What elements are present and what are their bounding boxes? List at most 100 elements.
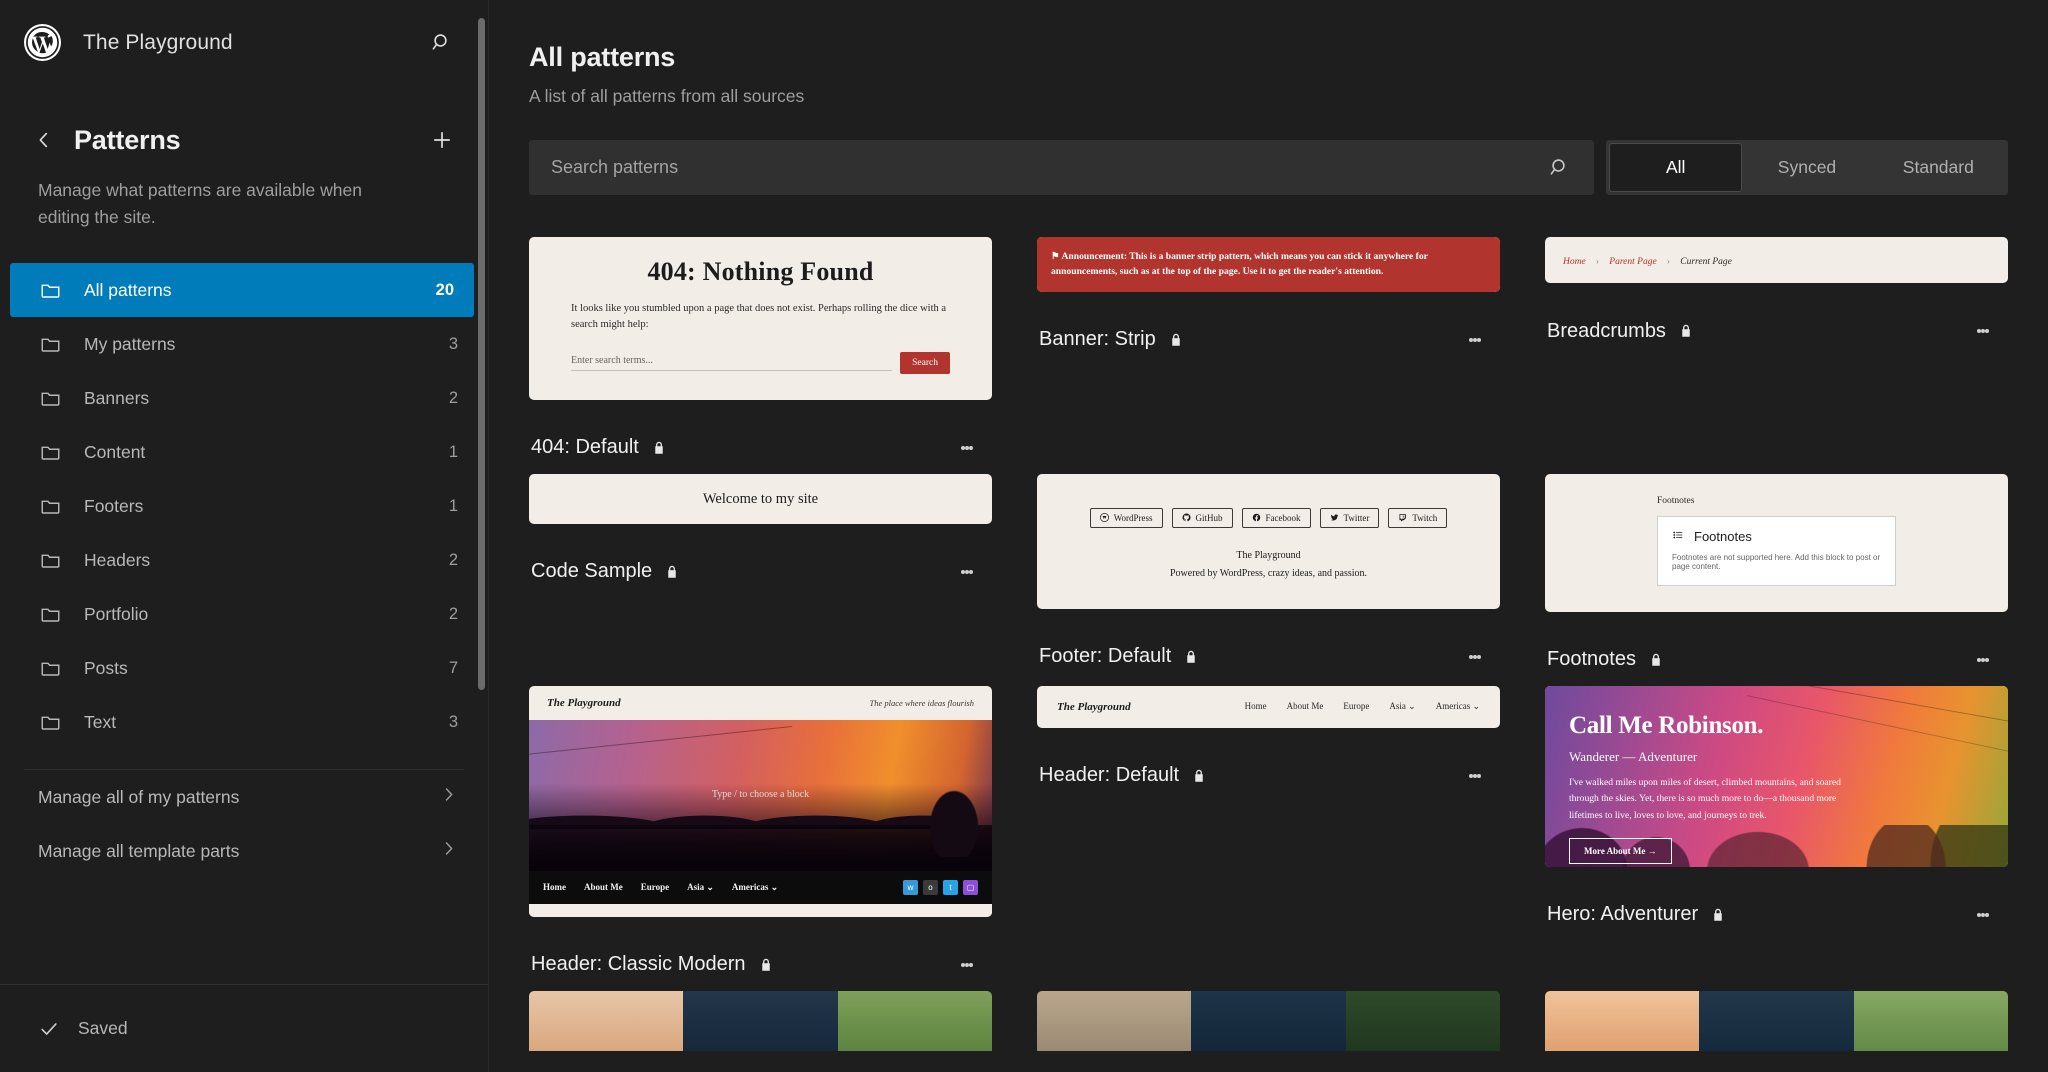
sidebar-item-headers[interactable]: Headers 2 <box>0 533 488 587</box>
kebab-menu-icon[interactable] <box>948 946 986 984</box>
sidebar-scrollbar[interactable] <box>478 18 485 690</box>
search-icon[interactable] <box>1548 156 1572 180</box>
sidebar-item-portfolio[interactable]: Portfolio 2 <box>0 587 488 641</box>
sidebar-item-banners[interactable]: Banners 2 <box>0 371 488 425</box>
tab-standard[interactable]: Standard <box>1873 144 2004 191</box>
sidebar-item-label: Text <box>84 712 449 733</box>
panel-description: Manage what patterns are available when … <box>0 159 488 230</box>
pattern-preview-partial[interactable] <box>1037 991 1500 1051</box>
pattern-title: Header: Default <box>1039 764 1179 787</box>
pattern-preview-footnotes[interactable]: Footnotes Footnotes Footnotes are not su… <box>1545 474 2008 612</box>
search-patterns-box[interactable] <box>529 140 1594 195</box>
pattern-preview-code-sample[interactable]: Welcome to my site <box>529 474 992 524</box>
sidebar-item-text[interactable]: Text 3 <box>0 695 488 749</box>
pattern-card: Welcome to my site Code Sample <box>529 474 992 686</box>
chevron-right-icon <box>439 785 458 809</box>
sidebar-item-my-patterns[interactable]: My patterns 3 <box>0 317 488 371</box>
preview-404-body: It looks like you stumbled upon a page t… <box>571 301 950 334</box>
kebab-menu-icon[interactable] <box>1456 321 1494 359</box>
twitter-icon <box>1330 513 1339 522</box>
sidebar-header: The Playground <box>0 0 488 85</box>
pattern-title-row: Code Sample <box>531 560 680 583</box>
pattern-card: The Playground The place where ideas flo… <box>529 686 992 991</box>
pattern-title: Header: Classic Modern <box>531 953 746 976</box>
social-chip-twitch: Twitch <box>1388 508 1447 528</box>
preview-footnotes-label: Footnotes <box>1657 496 2008 506</box>
preview-hero-subheading: Wanderer — Adventurer <box>1569 749 1984 765</box>
kebab-menu-icon[interactable] <box>1964 896 2002 934</box>
nav-link: Europe <box>1343 701 1369 712</box>
pattern-preview-partial[interactable] <box>529 991 992 1051</box>
nav-link: Europe <box>641 882 669 892</box>
nav-link: Home <box>1245 701 1267 712</box>
pattern-preview-404[interactable]: 404: Nothing Found It looks like you stu… <box>529 237 992 400</box>
save-status-bar[interactable]: Saved <box>0 984 488 1072</box>
pattern-title-row: Header: Classic Modern <box>531 953 774 976</box>
sidebar-item-count: 20 <box>436 281 454 300</box>
sidebar-item-label: All patterns <box>84 280 436 301</box>
page-heading: All patterns <box>529 42 2008 73</box>
pattern-card: 404: Nothing Found It looks like you stu… <box>529 237 992 474</box>
wordpress-logo-icon[interactable] <box>24 24 61 61</box>
pattern-title-row: Header: Default <box>1039 764 1207 787</box>
social-chip-facebook: Facebook <box>1242 508 1311 528</box>
preview-hcm-hero-image: Type / to choose a block <box>529 720 992 871</box>
nav-link: About Me <box>584 882 623 892</box>
folder-icon <box>38 278 62 302</box>
plus-icon[interactable] <box>422 120 462 160</box>
chevron-right-icon <box>439 839 458 863</box>
lock-icon <box>758 957 774 973</box>
preview-hero-body: I've walked miles upon miles of desert, … <box>1569 775 1869 825</box>
kebab-menu-icon[interactable] <box>948 429 986 467</box>
pattern-preview-banner-strip[interactable]: ⚑ Announcement: This is a banner strip p… <box>1037 237 1500 292</box>
chevron-left-icon[interactable] <box>24 120 64 160</box>
pattern-preview-footer-default[interactable]: WordPress GitHub Facebook <box>1037 474 1500 609</box>
manage-template-parts-link[interactable]: Manage all template parts <box>0 824 488 878</box>
preview-footnotes-block: Footnotes Footnotes are not supported he… <box>1657 516 1896 586</box>
manage-my-patterns-link[interactable]: Manage all of my patterns <box>0 770 488 824</box>
folder-icon <box>38 332 62 356</box>
kebab-menu-icon[interactable] <box>1964 641 2002 679</box>
pattern-title-row: Hero: Adventurer <box>1547 903 1726 926</box>
preview-404-heading: 404: Nothing Found <box>571 257 950 287</box>
search-input[interactable] <box>551 157 1548 178</box>
lock-icon <box>1168 332 1184 348</box>
pattern-title: Breadcrumbs <box>1547 320 1666 343</box>
pattern-preview-partial[interactable] <box>1545 991 2008 1051</box>
search-icon[interactable] <box>422 23 462 63</box>
sidebar-item-all-patterns[interactable]: All patterns 20 <box>10 263 474 317</box>
sidebar-item-footers[interactable]: Footers 1 <box>0 479 488 533</box>
preview-crumb-parent: Parent Page <box>1609 257 1656 267</box>
preview-banner-text: ⚑ Announcement: This is a banner strip p… <box>1051 249 1486 280</box>
preview-hcm-brand: The Playground <box>547 697 621 709</box>
main-content: All patterns A list of all patterns from… <box>489 0 2048 1072</box>
check-icon <box>38 1018 60 1040</box>
preview-hcm-placeholder: Type / to choose a block <box>529 789 992 800</box>
breadcrumb-separator-icon: › <box>1667 257 1670 266</box>
pattern-card: Home › Parent Page › Current Page Breadc… <box>1545 237 2008 474</box>
kebab-menu-icon[interactable] <box>948 553 986 591</box>
sidebar-item-label: Headers <box>84 550 449 571</box>
kebab-menu-icon[interactable] <box>1456 638 1494 676</box>
pattern-card: The Playground Home About Me Europe Asia… <box>1037 686 1500 991</box>
kebab-menu-icon[interactable] <box>1456 757 1494 795</box>
kebab-menu-icon[interactable] <box>1964 312 2002 350</box>
manage-my-patterns-label: Manage all of my patterns <box>38 787 439 808</box>
pattern-title: Footer: Default <box>1039 645 1171 668</box>
lock-icon <box>1191 768 1207 784</box>
github-icon: o <box>923 880 938 895</box>
social-label: Twitch <box>1412 513 1437 523</box>
tab-all[interactable]: All <box>1610 144 1741 191</box>
preview-footnotes-block-title: Footnotes <box>1694 529 1752 544</box>
preview-hero-heading: Call Me Robinson. <box>1569 712 1984 740</box>
sidebar-item-posts[interactable]: Posts 7 <box>0 641 488 695</box>
sidebar-item-content[interactable]: Content 1 <box>0 425 488 479</box>
lock-icon <box>1678 323 1694 339</box>
preview-crumb-current: Current Page <box>1680 257 1732 267</box>
tab-synced[interactable]: Synced <box>1741 144 1872 191</box>
pattern-preview-hero-adventurer[interactable]: Call Me Robinson. Wanderer — Adventurer … <box>1545 686 2008 867</box>
pattern-preview-header-classic-modern[interactable]: The Playground The place where ideas flo… <box>529 686 992 917</box>
pattern-title: Banner: Strip <box>1039 328 1156 351</box>
pattern-preview-header-default[interactable]: The Playground Home About Me Europe Asia… <box>1037 686 1500 728</box>
pattern-preview-breadcrumbs[interactable]: Home › Parent Page › Current Page <box>1545 237 2008 283</box>
